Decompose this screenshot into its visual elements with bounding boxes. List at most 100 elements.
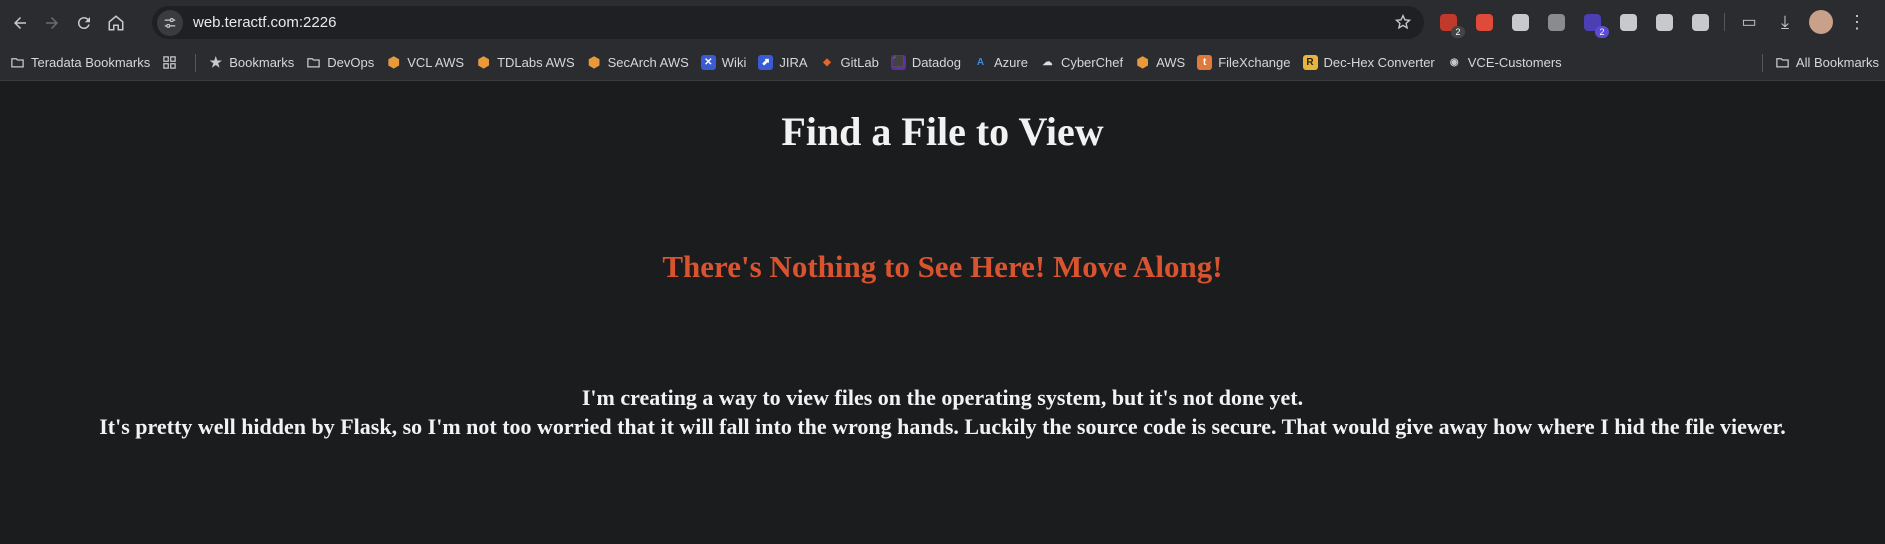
azure-icon: A bbox=[976, 57, 985, 68]
bookmark-label: TDLabs AWS bbox=[497, 55, 575, 70]
profile-avatar[interactable] bbox=[1809, 10, 1833, 34]
grammarly-icon-glyph bbox=[1511, 13, 1529, 31]
bookmark-tdlabs-aws[interactable]: ⬢ TDLabs AWS bbox=[470, 49, 581, 77]
address-bar[interactable]: web.teractf.com:2226 bbox=[152, 6, 1424, 39]
bookmark-wiki[interactable]: ✕ Wiki bbox=[695, 49, 753, 77]
arrow-left-icon bbox=[14, 16, 26, 29]
bookmark-vcl-aws[interactable]: ⬢ VCL AWS bbox=[380, 49, 470, 77]
home-button[interactable] bbox=[102, 9, 130, 37]
bookmark-teradata-bookmarks[interactable]: Teradata Bookmarks bbox=[4, 49, 156, 77]
glasses-icon-glyph bbox=[1547, 13, 1565, 31]
bookmark-azure[interactable]: A Azure bbox=[967, 49, 1034, 77]
spy-icon-glyph bbox=[1619, 13, 1637, 31]
bookmark-label: JIRA bbox=[779, 55, 808, 70]
cloud-icon-glyph bbox=[1655, 13, 1673, 31]
bookmark-aws[interactable]: ⬢ AWS bbox=[1129, 49, 1191, 77]
datadog-icon: ⬛ bbox=[890, 55, 906, 70]
bookmark-devops[interactable]: DevOps bbox=[300, 49, 380, 77]
bookmark-star-button[interactable] bbox=[1394, 13, 1412, 36]
page-content: Find a File to View There's Nothing to S… bbox=[0, 82, 1885, 544]
bookmark-label: FileXchange bbox=[1218, 55, 1291, 70]
star-outline-icon bbox=[1394, 14, 1412, 30]
hat-icon[interactable]: 2 bbox=[1580, 10, 1609, 38]
hand-stop-icon[interactable] bbox=[1472, 10, 1496, 34]
bookmark-label: DevOps bbox=[327, 55, 375, 70]
bookmark-label: All Bookmarks bbox=[1795, 55, 1879, 70]
cloud-icon[interactable] bbox=[1652, 10, 1676, 34]
bookmark-label: Azure bbox=[993, 55, 1028, 70]
confluence-icon: ✕ bbox=[700, 55, 716, 70]
toolbar-divider bbox=[1724, 13, 1725, 31]
bookmark-label: Bookmarks bbox=[229, 55, 295, 70]
star-icon: ★ bbox=[209, 54, 223, 70]
glasses-icon[interactable] bbox=[1544, 10, 1568, 34]
aws-cube-icon: ⬢ bbox=[477, 54, 490, 70]
bookmark-datadog[interactable]: ⬛ Datadog bbox=[885, 49, 967, 77]
bookmark-label: Dec-Hex Converter bbox=[1323, 55, 1435, 70]
page-subtitle: There's Nothing to See Here! Move Along! bbox=[662, 249, 1223, 284]
bookmarks-bar: Teradata Bookmarks ★ Bookmarks DevOps ⬢ VCL … bbox=[0, 45, 1885, 81]
more-menu-icon[interactable]: ⋮ bbox=[1845, 10, 1869, 34]
spy-icon[interactable] bbox=[1616, 10, 1640, 34]
grammarly-icon[interactable] bbox=[1508, 10, 1532, 34]
tune-icon bbox=[164, 17, 176, 28]
download-icon[interactable]: ⤓ bbox=[1773, 10, 1797, 34]
bookmark-items: ★ Bookmarks DevOps ⬢ VCL AWS ⬢ TDLabs AWS ⬢ SecA… bbox=[202, 49, 1567, 77]
apps-button[interactable] bbox=[156, 49, 189, 77]
bookmark-secarch-aws[interactable]: ⬢ SecArch AWS bbox=[581, 49, 695, 77]
bookmark-label: VCE-Customers bbox=[1467, 55, 1562, 70]
browser-toolbar: web.teractf.com:2226 2 2 ▭ ⤓ ⋮ bbox=[0, 0, 1885, 45]
aws-cube-icon: ⬢ bbox=[588, 54, 601, 70]
chef-hat-icon: ☁ bbox=[1042, 57, 1053, 68]
aws-cube-icon: ⬢ bbox=[387, 54, 400, 70]
message-line-2: It's pretty well hidden by Flask, so I'm… bbox=[99, 414, 1786, 439]
bookmark-label: AWS bbox=[1156, 55, 1186, 70]
bookmark-label: Wiki bbox=[721, 55, 747, 70]
arrow-right-icon bbox=[46, 16, 58, 29]
reload-button[interactable] bbox=[70, 9, 98, 37]
bookmark-cyberchef[interactable]: ☁ CyberChef bbox=[1034, 49, 1129, 77]
bookmark-label: SecArch AWS bbox=[607, 55, 689, 70]
folder-icon bbox=[1775, 55, 1790, 70]
bookmarks-divider bbox=[195, 53, 197, 72]
hand-stop-icon-glyph bbox=[1475, 13, 1493, 31]
puzzle-icon[interactable] bbox=[1688, 10, 1712, 34]
globe-icon: ◉ bbox=[1449, 57, 1459, 68]
bookmark-label: CyberChef bbox=[1060, 55, 1124, 70]
extension-badge: 2 bbox=[1595, 26, 1609, 38]
bookmark-gitlab[interactable]: ◆ GitLab bbox=[814, 49, 885, 77]
puzzle-icon-glyph bbox=[1691, 13, 1709, 31]
bookmark-label: Datadog bbox=[911, 55, 961, 70]
gitlab-icon: ◆ bbox=[823, 57, 831, 68]
url-text[interactable]: web.teractf.com:2226 bbox=[193, 14, 336, 31]
bookmarks-folder-icon bbox=[10, 55, 25, 70]
r-logo-icon: R bbox=[1302, 55, 1318, 70]
bookmark-all-bookmarks[interactable]: All Bookmarks bbox=[1769, 49, 1885, 77]
extensions-area: 2 2 ▭ ⤓ ⋮ bbox=[1436, 8, 1881, 38]
back-button[interactable] bbox=[6, 9, 34, 37]
jira-icon: ⬈ bbox=[758, 55, 774, 70]
bookmark-dec-hex-converter[interactable]: R Dec-Hex Converter bbox=[1297, 49, 1441, 77]
bookmark-bookmarks[interactable]: ★ Bookmarks bbox=[202, 49, 300, 77]
bookmark-vce-customers[interactable]: ◉ VCE-Customers bbox=[1441, 49, 1568, 77]
bookmark-jira[interactable]: ⬈ JIRA bbox=[752, 49, 813, 77]
reading-mode-icon[interactable]: ▭ bbox=[1737, 10, 1761, 34]
site-info-button[interactable] bbox=[157, 9, 183, 36]
page-title: Find a File to View bbox=[781, 109, 1104, 154]
bookmark-label: Teradata Bookmarks bbox=[31, 55, 151, 70]
filexchange-icon: t bbox=[1197, 55, 1213, 70]
aws-cube-icon: ⬢ bbox=[1136, 54, 1149, 70]
message-line-1: I'm creating a way to view files on the … bbox=[581, 385, 1304, 410]
bookmarks-divider-right bbox=[1761, 53, 1763, 72]
page-message: I'm creating a way to view files on the … bbox=[0, 383, 1885, 441]
folder-icon bbox=[306, 55, 321, 70]
extension-badge: 2 bbox=[1451, 26, 1465, 38]
home-icon bbox=[108, 14, 124, 30]
forward-button[interactable] bbox=[38, 9, 66, 37]
bookmark-label: VCL AWS bbox=[407, 55, 465, 70]
bookmark-label: GitLab bbox=[840, 55, 879, 70]
reload-icon bbox=[77, 16, 90, 29]
apps-grid-icon bbox=[162, 55, 177, 70]
bookmark-filexchange[interactable]: t FileXchange bbox=[1191, 49, 1296, 77]
ext-badge-2-icon[interactable]: 2 bbox=[1436, 10, 1465, 38]
